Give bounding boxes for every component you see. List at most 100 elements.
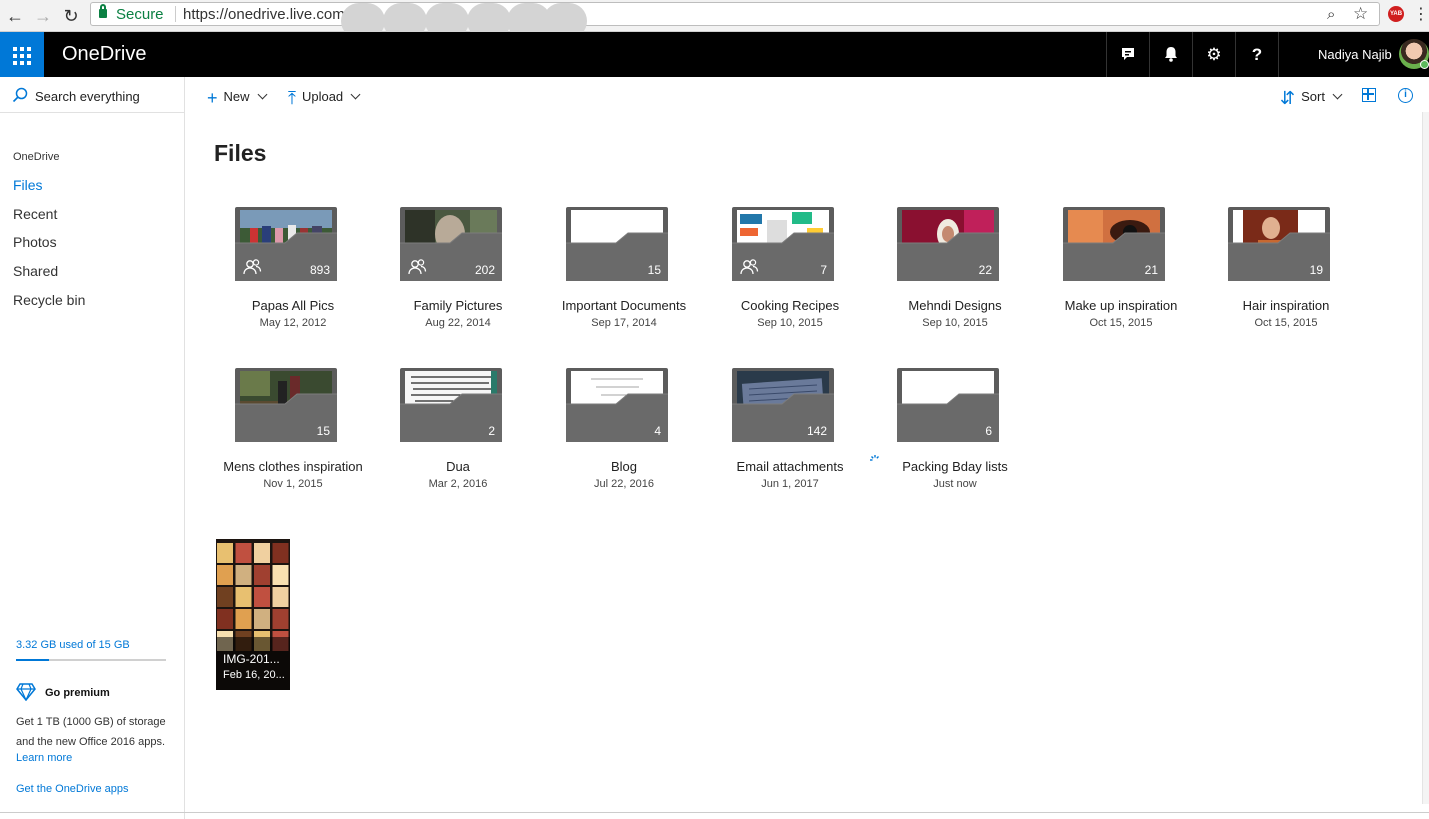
- url-separator: [175, 6, 176, 22]
- go-premium-description: Get 1 TB (1000 GB) of storage and the ne…: [16, 716, 166, 748]
- nav-root-label[interactable]: OneDrive: [13, 151, 59, 163]
- folder-date: Aug 22, 2014: [425, 317, 491, 329]
- extension-icon[interactable]: YAB: [1388, 6, 1404, 22]
- folder-icon[interactable]: 22: [897, 207, 999, 281]
- syncing-spinner-icon: [870, 455, 879, 461]
- collage-cell: [272, 587, 289, 607]
- folder-date: Oct 15, 2015: [1254, 317, 1318, 329]
- user-name[interactable]: Nadiya Najib: [1318, 47, 1392, 62]
- url-text[interactable]: https://onedrive.live.com/: [183, 6, 349, 23]
- folder-name[interactable]: Email attachments: [707, 459, 873, 474]
- folder-icon[interactable]: 21: [1063, 207, 1165, 281]
- chevron-down-icon: [1332, 89, 1343, 100]
- folder-name[interactable]: Hair inspiration: [1203, 298, 1369, 313]
- folder-icon[interactable]: 6: [897, 368, 999, 442]
- folder-icon[interactable]: 4: [566, 368, 668, 442]
- item-count: 6: [985, 424, 992, 438]
- browser-toolbar: ← → ↻ Secure https://onedrive.live.com/ …: [0, 0, 1429, 39]
- chat-button[interactable]: [1106, 32, 1149, 77]
- help-button[interactable]: ?: [1235, 32, 1278, 77]
- new-button[interactable]: + New: [207, 87, 267, 108]
- folder-name[interactable]: Packing Bday lists: [872, 459, 1038, 474]
- forward-arrow-icon[interactable]: →: [32, 5, 54, 27]
- storage-quota-link[interactable]: 3.32 GB used of 15 GB: [16, 639, 130, 651]
- collage-cell: [254, 543, 270, 563]
- folder-tile[interactable]: 22 Mehndi Designs Sep 10, 2015: [872, 207, 1038, 337]
- collage-cell: [272, 565, 289, 585]
- folder-tile[interactable]: 7 Cooking Recipes Sep 10, 2015: [707, 207, 873, 337]
- get-apps-link[interactable]: Get the OneDrive apps: [16, 783, 129, 795]
- sort-button[interactable]: ⇵ Sort: [1280, 88, 1343, 107]
- back-arrow-icon[interactable]: ←: [4, 5, 26, 27]
- folder-tile[interactable]: 202 Family Pictures Aug 22, 2014: [375, 207, 541, 337]
- folder-name[interactable]: Papas All Pics: [210, 298, 376, 313]
- bookmark-star-icon[interactable]: ☆: [1353, 4, 1368, 24]
- left-navigation: Search everything OneDrive Files Recent …: [0, 77, 185, 819]
- folder-icon[interactable]: 893: [235, 207, 337, 281]
- folder-name[interactable]: Important Documents: [541, 298, 707, 313]
- collage-cell: [235, 565, 252, 585]
- folder-tile[interactable]: 15 Important Documents Sep 17, 2014: [541, 207, 707, 337]
- zoom-icon[interactable]: ⌕: [1327, 6, 1335, 23]
- folder-date: Sep 10, 2015: [922, 317, 988, 329]
- folder-icon[interactable]: 7: [732, 207, 834, 281]
- info-icon[interactable]: i: [1398, 88, 1413, 103]
- folder-tile[interactable]: 15 Mens clothes inspiration Nov 1, 2015: [210, 368, 376, 498]
- grid-view-icon[interactable]: [1362, 88, 1376, 102]
- secure-label: Secure: [116, 6, 164, 23]
- learn-more-link[interactable]: Learn more: [16, 752, 72, 764]
- search-icon[interactable]: [12, 87, 28, 103]
- notifications-button[interactable]: [1149, 32, 1192, 77]
- folder-tile[interactable]: 19 Hair inspiration Oct 15, 2015: [1203, 207, 1369, 337]
- folder-tile[interactable]: 6 Packing Bday lists Just now: [870, 368, 1038, 498]
- file-name: IMG-201...: [223, 652, 280, 666]
- reload-icon[interactable]: ↻: [60, 5, 82, 27]
- folder-icon[interactable]: 15: [566, 207, 668, 281]
- folder-name[interactable]: Family Pictures: [375, 298, 541, 313]
- sidebar-item-recycle-bin[interactable]: Recycle bin: [13, 292, 85, 308]
- app-brand[interactable]: OneDrive: [62, 43, 146, 66]
- collage-cell: [217, 609, 233, 629]
- folder-name[interactable]: Mens clothes inspiration: [210, 459, 376, 474]
- file-tile-image[interactable]: IMG-201... Feb 16, 20...: [216, 539, 290, 690]
- sidebar-item-shared[interactable]: Shared: [13, 263, 58, 279]
- sidebar-item-photos[interactable]: Photos: [13, 234, 57, 250]
- plus-icon: +: [207, 87, 218, 108]
- sidebar-item-recent[interactable]: Recent: [13, 206, 57, 222]
- upload-button[interactable]: ⤒ Upload: [288, 88, 361, 107]
- folder-name[interactable]: Make up inspiration: [1038, 298, 1204, 313]
- vertical-scrollbar[interactable]: [1422, 112, 1429, 804]
- diamond-icon: [16, 683, 36, 701]
- browser-menu-icon[interactable]: ⋮: [1413, 4, 1429, 24]
- item-count: 4: [654, 424, 661, 438]
- go-premium-title: Go premium: [45, 687, 110, 699]
- app-launcher-icon[interactable]: [0, 32, 44, 77]
- folder-date: Oct 15, 2015: [1089, 317, 1153, 329]
- folder-name[interactable]: Cooking Recipes: [707, 298, 873, 313]
- item-count: 21: [1144, 263, 1158, 277]
- folder-icon[interactable]: 19: [1228, 207, 1330, 281]
- folder-tile[interactable]: 142 Email attachments Jun 1, 2017: [707, 368, 873, 498]
- folder-icon[interactable]: 142: [732, 368, 834, 442]
- item-count: 22: [978, 263, 992, 277]
- folder-date: Sep 10, 2015: [757, 317, 823, 329]
- collage-cell: [254, 609, 270, 629]
- folder-icon[interactable]: 2: [400, 368, 502, 442]
- folder-front: [897, 393, 999, 442]
- folder-tile[interactable]: 893 Papas All Pics May 12, 2012: [210, 207, 376, 337]
- shared-people-icon: [740, 259, 759, 275]
- collage-cell: [272, 543, 289, 563]
- folder-tile[interactable]: 4 Blog Jul 22, 2016: [541, 368, 707, 498]
- sidebar-item-files[interactable]: Files: [13, 177, 43, 193]
- folder-tile[interactable]: 2 Dua Mar 2, 2016: [375, 368, 541, 498]
- address-bar[interactable]: Secure https://onedrive.live.com/ ⌕ ☆: [90, 2, 1380, 39]
- settings-button[interactable]: ⚙: [1192, 32, 1235, 77]
- folder-icon[interactable]: 202: [400, 207, 502, 281]
- folder-icon[interactable]: 15: [235, 368, 337, 442]
- bottom-border: [0, 812, 1429, 813]
- folder-name[interactable]: Blog: [541, 459, 707, 474]
- folder-name[interactable]: Dua: [375, 459, 541, 474]
- folder-name[interactable]: Mehndi Designs: [872, 298, 1038, 313]
- folder-tile[interactable]: 21 Make up inspiration Oct 15, 2015: [1038, 207, 1204, 337]
- search-input[interactable]: Search everything: [35, 89, 140, 104]
